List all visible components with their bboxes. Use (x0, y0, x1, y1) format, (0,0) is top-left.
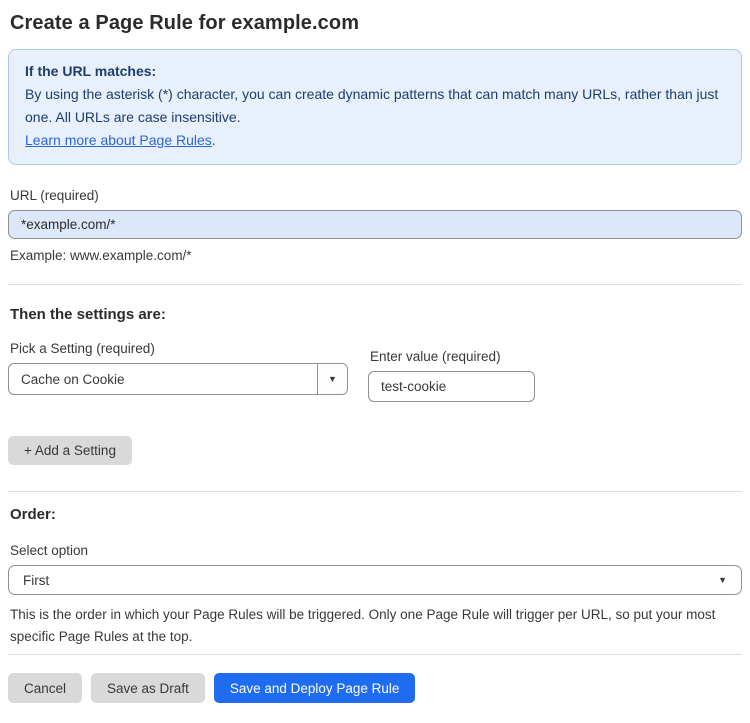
footer-actions: Cancel Save as Draft Save and Deploy Pag… (8, 673, 742, 723)
divider (8, 284, 742, 285)
setting-select[interactable]: Cache on Cookie ▼ (8, 363, 348, 395)
learn-more-link[interactable]: Learn more about Page Rules (25, 132, 212, 148)
page-rule-form: Create a Page Rule for example.com If th… (0, 0, 750, 723)
divider (8, 654, 742, 655)
page-title: Create a Page Rule for example.com (10, 12, 360, 34)
callout-heading: If the URL matches: (25, 63, 157, 79)
order-heading: Order: (10, 506, 56, 523)
save-draft-button[interactable]: Save as Draft (91, 673, 205, 703)
add-setting-button[interactable]: + Add a Setting (8, 436, 132, 465)
url-input[interactable] (8, 210, 742, 239)
order-select[interactable]: First ▼ (8, 565, 742, 595)
url-matches-callout: If the URL matches: By using the asteris… (8, 49, 742, 165)
setting-select-value: Cache on Cookie (21, 371, 125, 387)
order-helper: This is the order in which your Page Rul… (10, 607, 716, 644)
setting-value-column: Enter value (required) (368, 341, 535, 402)
value-input-label: Enter value (required) (370, 349, 501, 364)
callout-body: By using the asterisk (*) character, you… (25, 86, 719, 125)
cancel-button[interactable]: Cancel (8, 673, 83, 703)
save-deploy-button[interactable]: Save and Deploy Page Rule (213, 673, 416, 703)
settings-heading: Then the settings are: (10, 306, 166, 323)
caret-down-icon: ▼ (718, 574, 727, 585)
order-select-value: First (23, 572, 50, 588)
divider (8, 491, 742, 492)
setting-select-label: Pick a Setting (required) (10, 341, 155, 356)
url-label: URL (required) (10, 188, 99, 203)
callout-link-suffix: . (211, 132, 216, 148)
value-input[interactable] (368, 371, 535, 402)
order-select-label: Select option (10, 543, 89, 558)
setting-select-column: Pick a Setting (required) Cache on Cooki… (8, 341, 348, 402)
settings-row: Pick a Setting (required) Cache on Cooki… (8, 341, 742, 402)
caret-down-icon[interactable]: ▼ (317, 364, 347, 394)
url-helper: Example: www.example.com/* (10, 248, 192, 263)
